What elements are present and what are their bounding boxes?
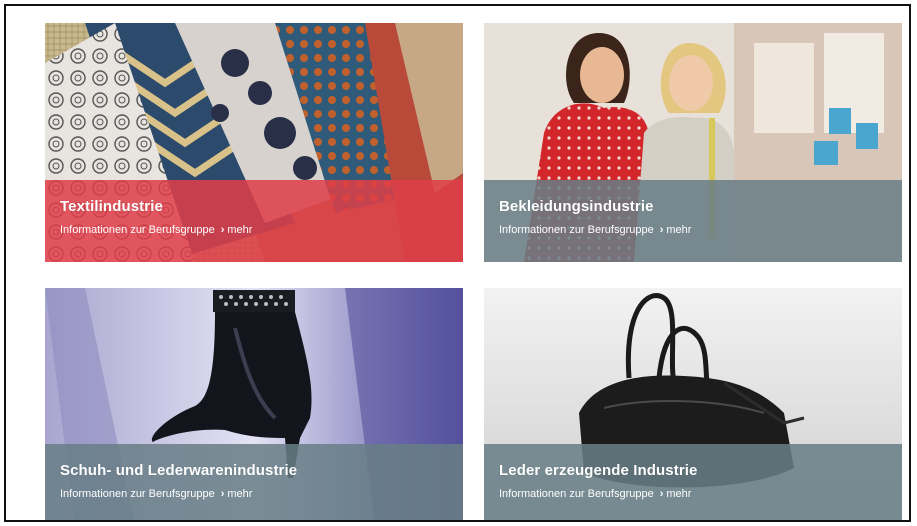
- chevron-right-icon: ›: [659, 488, 664, 500]
- more-link[interactable]: mehr: [666, 488, 691, 500]
- card-link[interactable]: Informationen zur Berufsgruppe › mehr: [499, 224, 902, 236]
- card-subtitle: Informationen zur Berufsgruppe: [499, 488, 654, 500]
- card-caption: Bekleidungsindustrie Informationen zur B…: [484, 180, 902, 262]
- card-textilindustrie[interactable]: Textilindustrie Informationen zur Berufs…: [45, 23, 463, 262]
- card-title: Bekleidungsindustrie: [499, 198, 654, 215]
- card-subtitle: Informationen zur Berufsgruppe: [499, 224, 654, 236]
- card-title: Leder erzeugende Industrie: [499, 462, 698, 479]
- card-link[interactable]: Informationen zur Berufsgruppe › mehr: [60, 488, 463, 500]
- card-leder-erzeugende-industrie[interactable]: Leder erzeugende Industrie Informationen…: [484, 288, 902, 520]
- card-schuh-lederwarenindustrie[interactable]: Schuh- und Lederwarenindustrie Informati…: [45, 288, 463, 520]
- more-link[interactable]: mehr: [666, 224, 691, 236]
- card-title: Textilindustrie: [60, 198, 163, 215]
- page-frame: Textilindustrie Informationen zur Berufs…: [4, 4, 911, 522]
- card-subtitle: Informationen zur Berufsgruppe: [60, 224, 215, 236]
- card-caption: Leder erzeugende Industrie Informationen…: [484, 444, 902, 520]
- card-bekleidungsindustrie[interactable]: Bekleidungsindustrie Informationen zur B…: [484, 23, 902, 262]
- more-link[interactable]: mehr: [227, 488, 252, 500]
- chevron-right-icon: ›: [659, 224, 664, 236]
- card-caption: Textilindustrie Informationen zur Berufs…: [45, 180, 463, 262]
- more-link[interactable]: mehr: [227, 224, 252, 236]
- card-title: Schuh- und Lederwarenindustrie: [60, 462, 298, 479]
- card-subtitle: Informationen zur Berufsgruppe: [60, 488, 215, 500]
- card-link[interactable]: Informationen zur Berufsgruppe › mehr: [499, 488, 902, 500]
- chevron-right-icon: ›: [220, 488, 225, 500]
- card-link[interactable]: Informationen zur Berufsgruppe › mehr: [60, 224, 463, 236]
- chevron-right-icon: ›: [220, 224, 225, 236]
- card-caption: Schuh- und Lederwarenindustrie Informati…: [45, 444, 463, 520]
